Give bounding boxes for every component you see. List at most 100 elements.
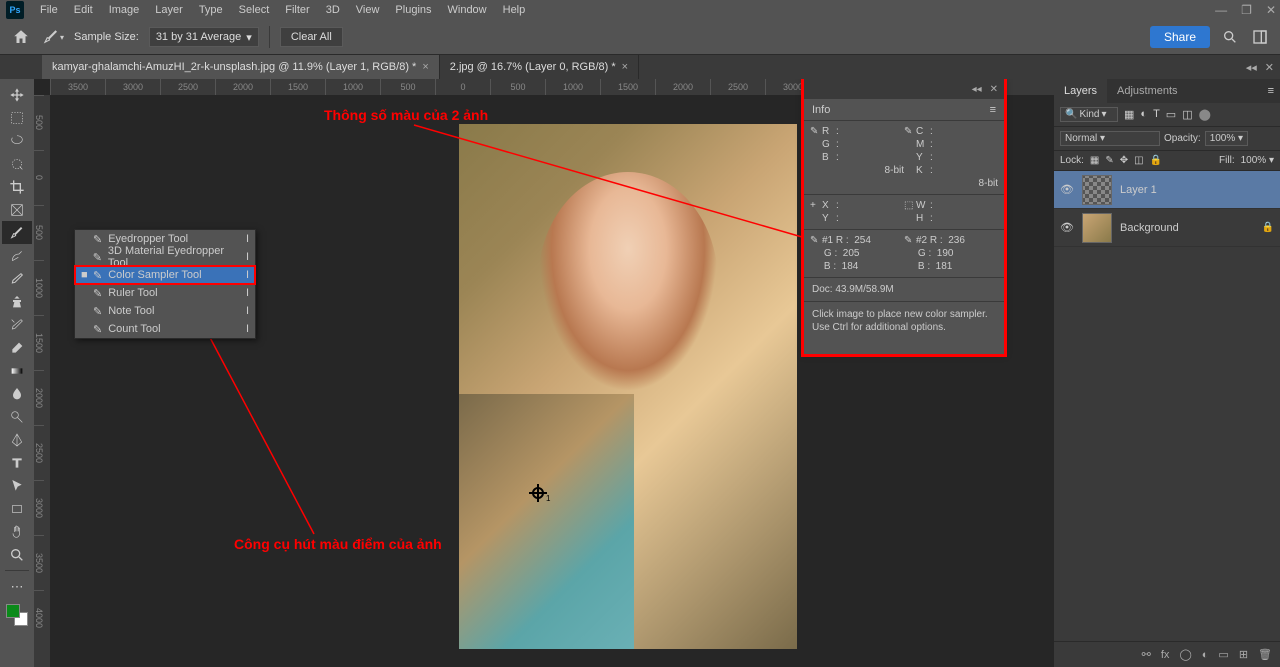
collapse-icon[interactable]: ◂◂ (972, 84, 982, 95)
lock-icon: 🔒 (1262, 222, 1274, 233)
visibility-icon[interactable]: 👁 (1060, 183, 1074, 196)
minimize-icon[interactable]: — (1215, 3, 1227, 17)
lock-label: Lock: (1060, 155, 1084, 166)
home-button[interactable] (10, 26, 32, 48)
layer-thumb[interactable] (1082, 175, 1112, 205)
layer-row[interactable]: 👁 Layer 1 (1054, 171, 1280, 209)
type-tool[interactable] (2, 451, 32, 474)
color-sampler-1[interactable]: 1 (529, 484, 547, 502)
color-swatches[interactable] (6, 604, 28, 626)
edit-toolbar-icon[interactable]: ⋯ (2, 575, 32, 598)
link-icon[interactable]: ⚯ (1142, 648, 1151, 661)
menu-layer[interactable]: Layer (147, 2, 191, 18)
blur-tool[interactable] (2, 382, 32, 405)
eraser-tool[interactable] (2, 336, 32, 359)
lock-artboard-icon[interactable]: ◫ (1134, 155, 1143, 166)
lock-brush-icon[interactable]: ✎ (1105, 155, 1113, 166)
current-tool-icon[interactable]: ▾ (42, 26, 64, 48)
menu-window[interactable]: Window (440, 2, 495, 18)
menu-type[interactable]: Type (191, 2, 231, 18)
tab-layers[interactable]: Layers (1054, 79, 1107, 103)
sub-photo: 1 (459, 394, 634, 649)
eyedropper-tool[interactable] (2, 221, 32, 244)
flyout-item[interactable]: ✎3D Material Eyedropper ToolI (75, 248, 255, 266)
share-button[interactable]: Share (1150, 26, 1210, 48)
layer-name: Background (1120, 222, 1179, 234)
delete-icon[interactable]: 🗑 (1258, 648, 1272, 661)
filter-toggle-icon[interactable]: ⬤ (1199, 108, 1211, 121)
search-icon[interactable] (1220, 27, 1240, 47)
menu-file[interactable]: File (32, 2, 66, 18)
lock-move-icon[interactable]: ✥ (1120, 155, 1128, 166)
clear-all-button[interactable]: Clear All (280, 27, 343, 47)
color-sampler-2[interactable]: 2 (637, 314, 655, 332)
path-select-tool[interactable] (2, 474, 32, 497)
move-tool[interactable] (2, 83, 32, 106)
menu-select[interactable]: Select (231, 2, 278, 18)
document-tabs: kamyar-ghalamchi-AmuzHI_2r-k-unsplash.jp… (0, 55, 1280, 79)
lock-all-icon[interactable]: 🔒 (1150, 155, 1162, 166)
close-icon[interactable]: ✕ (1266, 3, 1276, 17)
frame-tool[interactable] (2, 198, 32, 221)
canvas-area[interactable]: 3500300025002000150010005000500100015002… (34, 79, 1054, 667)
document-tab[interactable]: kamyar-ghalamchi-AmuzHI_2r-k-unsplash.jp… (42, 55, 440, 79)
sample-size-select[interactable]: 31 by 31 Average▾ (149, 27, 259, 47)
menu-plugins[interactable]: Plugins (387, 2, 439, 18)
panel-menu-icon[interactable]: ≡ (1262, 79, 1280, 103)
close-panel-icon[interactable]: ✕ (1265, 61, 1274, 74)
new-layer-icon[interactable]: ⊞ (1239, 648, 1248, 661)
zoom-tool[interactable] (2, 543, 32, 566)
dodge-tool[interactable] (2, 405, 32, 428)
flyout-item[interactable]: ✎Count ToolI (75, 320, 255, 338)
menu-edit[interactable]: Edit (66, 2, 101, 18)
layer-thumb[interactable] (1082, 213, 1112, 243)
panel-menu-icon[interactable]: ≡ (990, 104, 996, 116)
document-tab[interactable]: 2.jpg @ 16.7% (Layer 0, RGB/8) *× (440, 55, 639, 79)
collapse-icon[interactable]: ◂◂ (1246, 61, 1257, 74)
menu-3d[interactable]: 3D (318, 2, 348, 18)
history-brush-tool[interactable] (2, 313, 32, 336)
maximize-icon[interactable]: ❐ (1241, 3, 1252, 17)
menubar: Ps FileEditImageLayerTypeSelectFilter3DV… (0, 0, 1280, 20)
filter-kind-select[interactable]: 🔍 Kind ▾ (1060, 107, 1118, 122)
menu-image[interactable]: Image (101, 2, 148, 18)
fill-label: Fill: (1219, 155, 1235, 166)
mask-icon[interactable]: ◯ (1179, 648, 1191, 661)
blend-mode-select[interactable]: Normal ▾ (1060, 131, 1160, 146)
tab-adjustments[interactable]: Adjustments (1107, 79, 1188, 103)
flyout-item[interactable]: ✎Note ToolI (75, 302, 255, 320)
lock-pixels-icon[interactable]: ▦ (1090, 155, 1099, 166)
fx-icon[interactable]: fx (1161, 649, 1170, 661)
type-filter-icon[interactable]: T (1153, 108, 1160, 121)
hand-tool[interactable] (2, 520, 32, 543)
menu-view[interactable]: View (348, 2, 388, 18)
close-tab-icon[interactable]: × (422, 61, 428, 73)
healing-brush-tool[interactable] (2, 244, 32, 267)
close-icon[interactable]: ✕ (990, 84, 998, 95)
pen-tool[interactable] (2, 428, 32, 451)
group-icon[interactable]: ▭ (1218, 648, 1228, 661)
lasso-tool[interactable] (2, 129, 32, 152)
marquee-tool[interactable] (2, 106, 32, 129)
close-tab-icon[interactable]: × (622, 61, 628, 73)
visibility-icon[interactable]: 👁 (1060, 221, 1074, 234)
adjust-filter-icon[interactable]: ◐ (1140, 108, 1147, 121)
pixel-filter-icon[interactable]: ▦ (1124, 108, 1134, 121)
shape-filter-icon[interactable]: ▭ (1166, 108, 1176, 121)
flyout-item[interactable]: ✎Ruler ToolI (75, 284, 255, 302)
opacity-input[interactable]: 100% ▾ (1205, 131, 1248, 146)
rectangle-tool[interactable] (2, 497, 32, 520)
workspace-icon[interactable] (1250, 27, 1270, 47)
menu-filter[interactable]: Filter (277, 2, 317, 18)
layer-row[interactable]: 👁 Background 🔒 (1054, 209, 1280, 247)
layer-name: Layer 1 (1120, 184, 1157, 196)
brush-tool[interactable] (2, 267, 32, 290)
menu-help[interactable]: Help (495, 2, 534, 18)
quick-select-tool[interactable] (2, 152, 32, 175)
clone-stamp-tool[interactable] (2, 290, 32, 313)
gradient-tool[interactable] (2, 359, 32, 382)
fill-input[interactable]: 100% ▾ (1241, 155, 1274, 166)
adjustment-icon[interactable]: ◐ (1202, 649, 1209, 661)
smart-filter-icon[interactable]: ◫ (1182, 108, 1192, 121)
crop-tool[interactable] (2, 175, 32, 198)
